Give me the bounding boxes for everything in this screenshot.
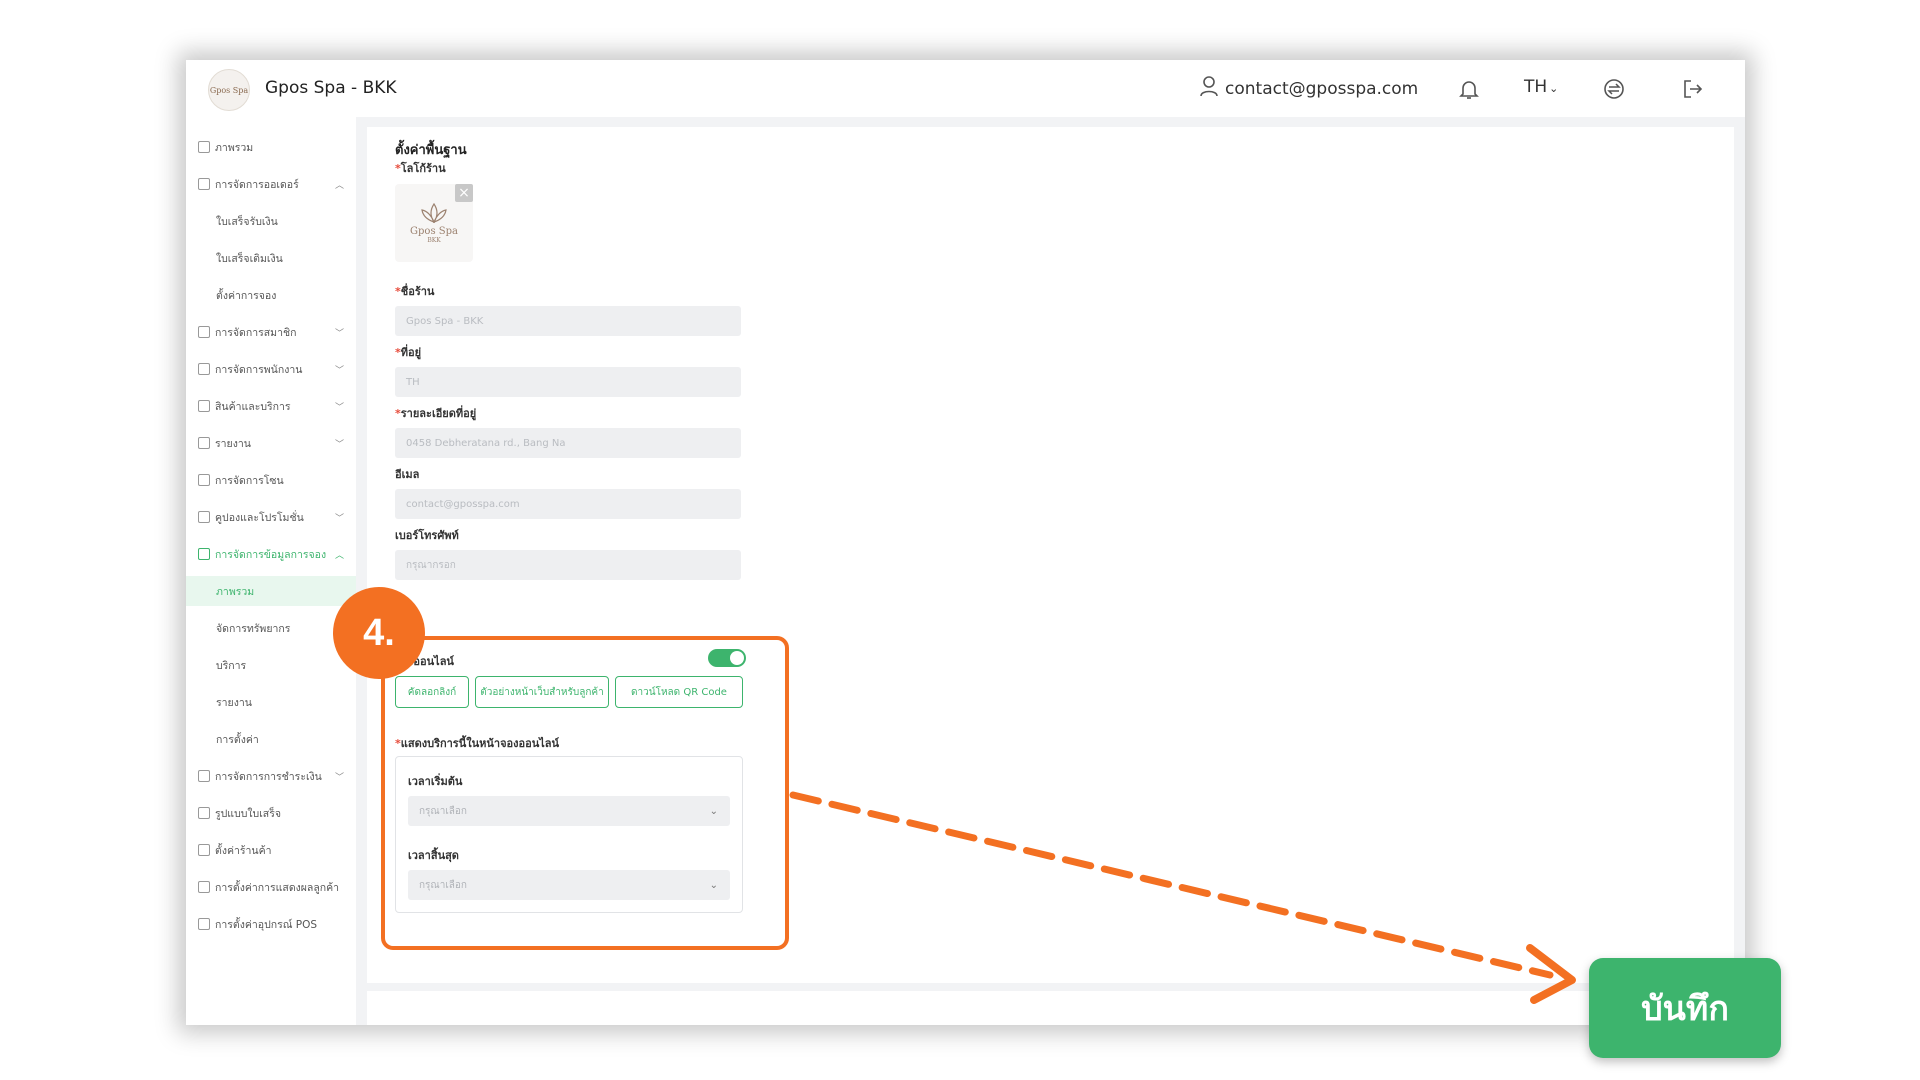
email-label: อีเมล bbox=[395, 468, 420, 481]
sidebar-item-coupons[interactable]: คูปองและโปรโมชั่น ﹀ bbox=[186, 502, 356, 532]
store-name-field[interactable]: Gpos Spa - BKK bbox=[395, 306, 741, 336]
sidebar-item-reports[interactable]: รายงาน ﹀ bbox=[186, 428, 356, 458]
user-email: contact@gposspa.com bbox=[1225, 78, 1419, 99]
save-button[interactable]: บันทึก bbox=[1589, 958, 1781, 1058]
document-icon bbox=[198, 178, 210, 190]
store-logo: Gpos Spa bbox=[208, 69, 250, 111]
store-icon bbox=[198, 844, 210, 856]
chevron-down-icon: ﹀ bbox=[334, 402, 344, 413]
zone-icon bbox=[198, 474, 210, 486]
sidebar-item-members[interactable]: การจัดการสมาชิก ﹀ bbox=[186, 317, 356, 347]
sidebar-item-customer-display[interactable]: การตั้งค่าการแสดงผลลูกค้า bbox=[186, 872, 356, 902]
sidebar: ภาพรวม การจัดการออเดอร์ ︿ ใบเสร็จรับเงิน … bbox=[186, 117, 386, 1025]
chevron-up-icon: ︿ bbox=[334, 180, 344, 191]
step-highlight-box bbox=[381, 636, 789, 950]
chevron-up-icon: ︿ bbox=[334, 550, 344, 561]
address-detail-field[interactable]: 0458 Debheratana rd., Bang Na bbox=[395, 428, 741, 458]
address-label: *ที่อยู่ bbox=[395, 346, 422, 359]
sidebar-item-booking-data[interactable]: การจัดการข้อมูลการจอง ︿ bbox=[186, 539, 356, 569]
booking-icon bbox=[198, 548, 210, 560]
address-field[interactable]: TH bbox=[395, 367, 741, 397]
user-account[interactable]: contact@gposspa.com bbox=[1199, 60, 1418, 117]
chevron-down-icon: ﹀ bbox=[334, 772, 344, 783]
chevron-down-icon: ﹀ bbox=[334, 365, 344, 376]
gift-icon bbox=[198, 511, 210, 523]
logout-icon[interactable] bbox=[1678, 74, 1708, 104]
clipboard-icon bbox=[198, 141, 210, 153]
sidebar-item-staff[interactable]: การจัดการพนักงาน ﹀ bbox=[186, 354, 356, 384]
chevron-down-icon: ﹀ bbox=[334, 513, 344, 524]
close-icon: × bbox=[458, 185, 470, 201]
chevron-down-icon: ⌄ bbox=[1549, 82, 1559, 95]
report-icon bbox=[198, 437, 210, 449]
sidebar-item-receipt-format[interactable]: รูปแบบใบเสร็จ bbox=[186, 798, 356, 828]
store-name-label: *ชื่อร้าน bbox=[395, 285, 435, 298]
sidebar-item-products[interactable]: สินค้าและบริการ ﹀ bbox=[186, 391, 356, 421]
receipt-icon bbox=[198, 807, 210, 819]
sidebar-item-store-settings[interactable]: ตั้งค่าร้านค้า bbox=[186, 835, 356, 865]
phone-label: เบอร์โทรศัพท์ bbox=[395, 529, 459, 542]
logo-label: *โลโก้ร้าน bbox=[395, 162, 446, 175]
payment-icon bbox=[198, 770, 210, 782]
chevron-down-icon: ﹀ bbox=[334, 439, 344, 450]
product-icon bbox=[198, 400, 210, 412]
phone-field[interactable]: กรุณากรอก bbox=[395, 550, 741, 580]
section-title: ตั้งค่าพื้นฐาน bbox=[395, 143, 467, 158]
lotus-icon bbox=[421, 202, 447, 224]
footer-strip bbox=[367, 991, 1745, 1025]
sidebar-item-orders[interactable]: การจัดการออเดอร์ ︿ bbox=[186, 169, 356, 199]
store-name: Gpos Spa - BKK bbox=[265, 78, 397, 98]
step-badge: 4. bbox=[333, 587, 425, 679]
sidebar-item-overview[interactable]: ภาพรวม bbox=[186, 132, 356, 162]
sidebar-item-zones[interactable]: การจัดการโซน bbox=[186, 465, 356, 495]
bell-icon[interactable] bbox=[1454, 74, 1484, 104]
sidebar-item-payments[interactable]: การจัดการการชำระเงิน ﹀ bbox=[186, 761, 356, 791]
sidebar-item-pos-devices[interactable]: การตั้งค่าอุปกรณ์ POS bbox=[186, 909, 356, 939]
address-detail-label: *รายละเอียดที่อยู่ bbox=[395, 407, 477, 420]
display-icon bbox=[198, 881, 210, 893]
language-selector[interactable]: TH ⌄ bbox=[1524, 77, 1558, 97]
chevron-down-icon: ﹀ bbox=[334, 328, 344, 339]
pos-icon bbox=[198, 918, 210, 930]
top-bar: Gpos Spa Gpos Spa - BKK contact@gposspa.… bbox=[186, 60, 1745, 118]
calendar-icon bbox=[198, 363, 210, 375]
user-icon bbox=[1199, 75, 1219, 102]
remove-logo-button[interactable]: × bbox=[455, 184, 473, 202]
switch-icon[interactable] bbox=[1599, 74, 1629, 104]
email-field[interactable]: contact@gposspa.com bbox=[395, 489, 741, 519]
crown-icon bbox=[198, 326, 210, 338]
